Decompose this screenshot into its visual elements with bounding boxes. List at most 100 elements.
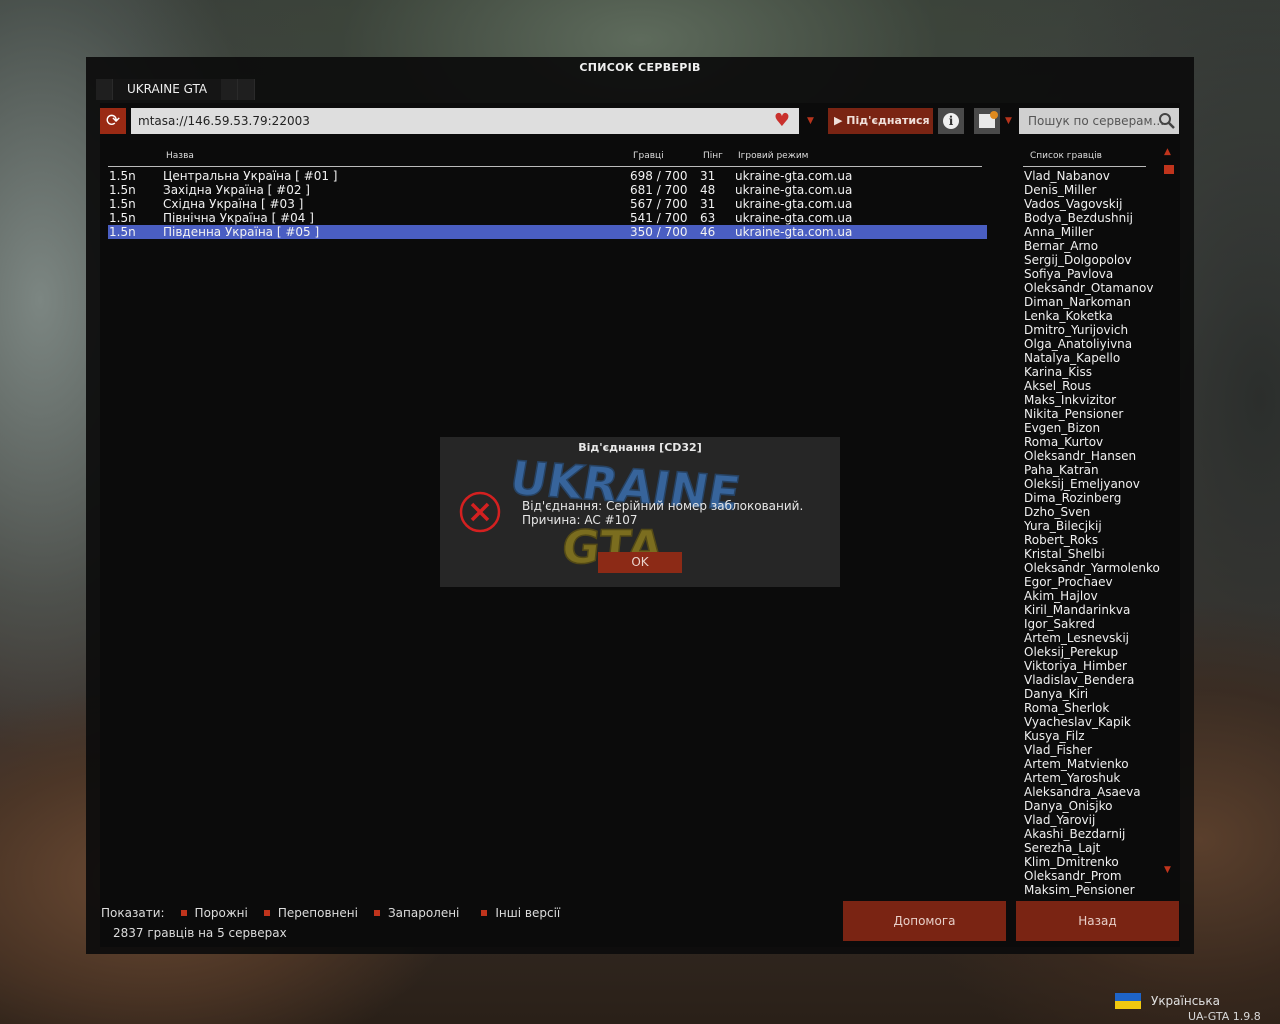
player-item[interactable]: Diman_Narkoman	[1024, 295, 1164, 309]
player-item[interactable]: Kiril_Mandarinkva	[1024, 603, 1164, 617]
player-item[interactable]: Denis_Miller	[1024, 183, 1164, 197]
player-item[interactable]: Roma_Kurtov	[1024, 435, 1164, 449]
player-item[interactable]: Serezha_Lajt	[1024, 841, 1164, 855]
column-header-gamemode[interactable]: Ігровий режим	[738, 151, 808, 161]
player-item[interactable]: Olga_Anatoliyivna	[1024, 337, 1164, 351]
player-count-status: 2837 гравців на 5 серверах	[113, 926, 287, 940]
player-item[interactable]: Bodya_Bezdushnij	[1024, 211, 1164, 225]
player-item[interactable]: Vlad_Fisher	[1024, 743, 1164, 757]
player-item[interactable]: Sofiya_Pavlova	[1024, 267, 1164, 281]
refresh-icon: ⟳	[105, 111, 121, 131]
player-item[interactable]: Artem_Matvienko	[1024, 757, 1164, 771]
server-ping: 63	[700, 211, 716, 225]
player-item[interactable]: Akashi_Bezdarnij	[1024, 827, 1164, 841]
player-item[interactable]: Vlad_Nabanov	[1024, 169, 1164, 183]
player-item[interactable]: Aleksandra_Asaeva	[1024, 785, 1164, 799]
tab-ukraine-gta[interactable]: UKRAINE GTA	[113, 79, 222, 100]
player-item[interactable]: Vyacheslav_Kapik	[1024, 715, 1164, 729]
player-item[interactable]: Maks_Inkvizitor	[1024, 393, 1164, 407]
player-item[interactable]: Oleksandr_Yarmolenko	[1024, 561, 1164, 575]
filter-full-label[interactable]: Переповнені	[278, 906, 358, 920]
player-item[interactable]: Oleksij_Emeljyanov	[1024, 477, 1164, 491]
player-item[interactable]: Maksim_Pensioner	[1024, 883, 1164, 897]
filter-empty-checkbox[interactable]	[180, 910, 187, 916]
search-icon[interactable]	[1158, 112, 1176, 130]
filter-full-checkbox[interactable]	[263, 910, 270, 916]
favorite-heart-icon[interactable]: ♥	[774, 109, 790, 133]
player-item[interactable]: Yura_Bilecjkij	[1024, 519, 1164, 533]
player-item[interactable]: Paha_Katran	[1024, 463, 1164, 477]
dialog-message: Від'єднання: Серійний номер заблокований…	[522, 499, 803, 527]
scrollbar-thumb[interactable]	[1164, 165, 1174, 174]
server-row[interactable]: 1.5n Північна Україна [ #04 ] 541 / 700 63 u…	[108, 211, 987, 225]
player-item[interactable]: Artem_Lesnevskij	[1024, 631, 1164, 645]
info-button[interactable]: i	[938, 108, 964, 134]
player-item[interactable]: Danya_Kiri	[1024, 687, 1164, 701]
scroll-up-icon[interactable]: ▲	[1164, 147, 1171, 157]
version-label: UA-GTA 1.9.8	[1188, 1010, 1261, 1023]
player-item[interactable]: Kusya_Filz	[1024, 729, 1164, 743]
server-players: 350 / 700	[630, 225, 688, 239]
server-ping: 31	[700, 169, 716, 183]
filter-other-versions-label[interactable]: Інші версії	[495, 906, 560, 920]
address-dropdown-icon[interactable]: ▼	[807, 108, 814, 134]
help-button[interactable]: Допомога	[843, 901, 1006, 941]
search-input[interactable]: Пошук по серверам...	[1019, 108, 1179, 134]
scroll-down-icon[interactable]: ▼	[1164, 865, 1171, 875]
connect-button[interactable]: ▶ Під'єднатися	[828, 108, 933, 134]
player-item[interactable]: Aksel_Rous	[1024, 379, 1164, 393]
column-header-name[interactable]: Назва	[166, 151, 194, 161]
player-item[interactable]: Klim_Dmitrenko	[1024, 855, 1164, 869]
server-row[interactable]: 1.5n Східна Україна [ #03 ] 567 / 700 31 ukr…	[108, 197, 987, 211]
player-item[interactable]: Robert_Roks	[1024, 533, 1164, 547]
filter-locked-checkbox[interactable]	[373, 910, 380, 916]
refresh-button[interactable]: ⟳	[100, 108, 126, 134]
favorites-dropdown-icon[interactable]: ▼	[1005, 108, 1012, 134]
player-item[interactable]: Artem_Yaroshuk	[1024, 771, 1164, 785]
player-item[interactable]: Dima_Rozinberg	[1024, 491, 1164, 505]
player-list: Vlad_Nabanov Denis_Miller Vados_Vagovskij B…	[1024, 169, 1164, 897]
player-item[interactable]: Karina_Kiss	[1024, 365, 1164, 379]
player-item[interactable]: Bernar_Arno	[1024, 239, 1164, 253]
player-item[interactable]: Vados_Vagovskij	[1024, 197, 1164, 211]
back-button[interactable]: Назад	[1016, 901, 1179, 941]
player-item[interactable]: Evgen_Bizon	[1024, 421, 1164, 435]
player-item[interactable]: Lenka_Koketka	[1024, 309, 1164, 323]
server-row[interactable]: 1.5n Західна Україна [ #02 ] 681 / 700 48 uk…	[108, 183, 987, 197]
player-item[interactable]: Igor_Sakred	[1024, 617, 1164, 631]
player-item[interactable]: Anna_Miller	[1024, 225, 1164, 239]
filter-locked-label[interactable]: Запаролені	[388, 906, 459, 920]
favorites-button[interactable]	[974, 108, 1000, 134]
player-item[interactable]: Vlad_Yarovij	[1024, 813, 1164, 827]
player-item[interactable]: Dzho_Sven	[1024, 505, 1164, 519]
filter-empty-label[interactable]: Порожні	[195, 906, 248, 920]
column-header-ping[interactable]: Пінг	[703, 151, 723, 161]
player-item[interactable]: Akim_Hajlov	[1024, 589, 1164, 603]
column-header-players[interactable]: Гравці	[633, 151, 664, 161]
disconnect-dialog: UKRAINE GTA Від'єднання [CD32] Від'єднан…	[440, 437, 840, 587]
player-item[interactable]: Vladislav_Bendera	[1024, 673, 1164, 687]
address-value: mtasa://146.59.53.79:22003	[138, 114, 310, 128]
dialog-message-line2: Причина: AC #107	[522, 513, 638, 527]
server-row[interactable]: 1.5n Південна Україна [ #05 ] 350 / 700 46 u…	[108, 225, 987, 239]
error-icon	[459, 491, 501, 533]
player-item[interactable]: Viktoriya_Himber	[1024, 659, 1164, 673]
player-item[interactable]: Oleksandr_Prom	[1024, 869, 1164, 883]
player-item[interactable]: Oleksandr_Otamanov	[1024, 281, 1164, 295]
player-item[interactable]: Oleksij_Perekup	[1024, 645, 1164, 659]
player-item[interactable]: Oleksandr_Hansen	[1024, 449, 1164, 463]
language-selector[interactable]: Українська	[1115, 993, 1220, 1009]
player-item[interactable]: Kristal_Shelbi	[1024, 547, 1164, 561]
filter-other-versions-checkbox[interactable]	[481, 910, 488, 916]
player-item[interactable]: Nikita_Pensioner	[1024, 407, 1164, 421]
player-item[interactable]: Roma_Sherlok	[1024, 701, 1164, 715]
search-placeholder: Пошук по серверам...	[1028, 114, 1165, 128]
address-field[interactable]: mtasa://146.59.53.79:22003 ♥	[131, 108, 799, 134]
server-row[interactable]: 1.5n Центральна Україна [ #01 ] 698 / 700 3…	[108, 169, 987, 183]
player-item[interactable]: Egor_Prochaev	[1024, 575, 1164, 589]
ok-button[interactable]: OK	[598, 552, 682, 573]
player-item[interactable]: Dmitro_Yurijovich	[1024, 323, 1164, 337]
player-item[interactable]: Natalya_Kapello	[1024, 351, 1164, 365]
player-item[interactable]: Sergij_Dolgopolov	[1024, 253, 1164, 267]
player-item[interactable]: Danya_Onisjko	[1024, 799, 1164, 813]
